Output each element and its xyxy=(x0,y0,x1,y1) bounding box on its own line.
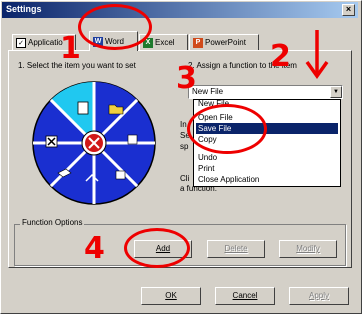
new-file-icon xyxy=(77,101,89,115)
function-select[interactable]: New File ▼ xyxy=(188,85,343,99)
delete-button[interactable]: Delete xyxy=(207,240,265,258)
annotation-number: 1 xyxy=(60,31,81,66)
cancel-button[interactable]: Cancel xyxy=(215,287,275,305)
annotation-circle xyxy=(78,4,152,50)
description-text: sp xyxy=(180,142,189,151)
tab-label: PowerPoint xyxy=(205,38,246,47)
annotation-number: 2 xyxy=(270,39,291,74)
tab-label: Excel xyxy=(155,38,175,47)
dropdown-option[interactable]: Close Application xyxy=(196,174,338,185)
paste-icon xyxy=(115,170,126,180)
dropdown-option[interactable]: Print xyxy=(196,163,338,174)
close-button[interactable]: × xyxy=(342,4,355,16)
button-wheel[interactable] xyxy=(32,77,156,209)
description-text: Cli xyxy=(180,174,190,183)
function-options-legend: Function Options xyxy=(20,218,85,227)
ok-button[interactable]: OK xyxy=(141,287,201,305)
window-title: Settings xyxy=(6,4,42,14)
modify-button[interactable]: Modify xyxy=(279,240,337,258)
annotation-number: 4 xyxy=(84,231,105,266)
tab-label: Applicatio xyxy=(28,38,63,47)
copy-icon xyxy=(127,134,138,145)
down-arrow-annotation xyxy=(305,30,329,80)
app-icon: ✓ xyxy=(16,37,26,48)
annotation-circle xyxy=(187,104,267,154)
annotation-circle xyxy=(124,228,190,268)
tab-powerpoint[interactable]: P PowerPoint xyxy=(189,34,259,50)
chevron-down-icon[interactable]: ▼ xyxy=(330,86,342,98)
apply-button[interactable]: Apply xyxy=(289,287,349,305)
title-bar: Settings × xyxy=(2,2,358,18)
powerpoint-icon: P xyxy=(193,37,203,48)
annotation-number: 3 xyxy=(176,61,197,96)
description-text: In xyxy=(180,120,187,129)
dropdown-option[interactable]: Undo xyxy=(196,152,338,163)
